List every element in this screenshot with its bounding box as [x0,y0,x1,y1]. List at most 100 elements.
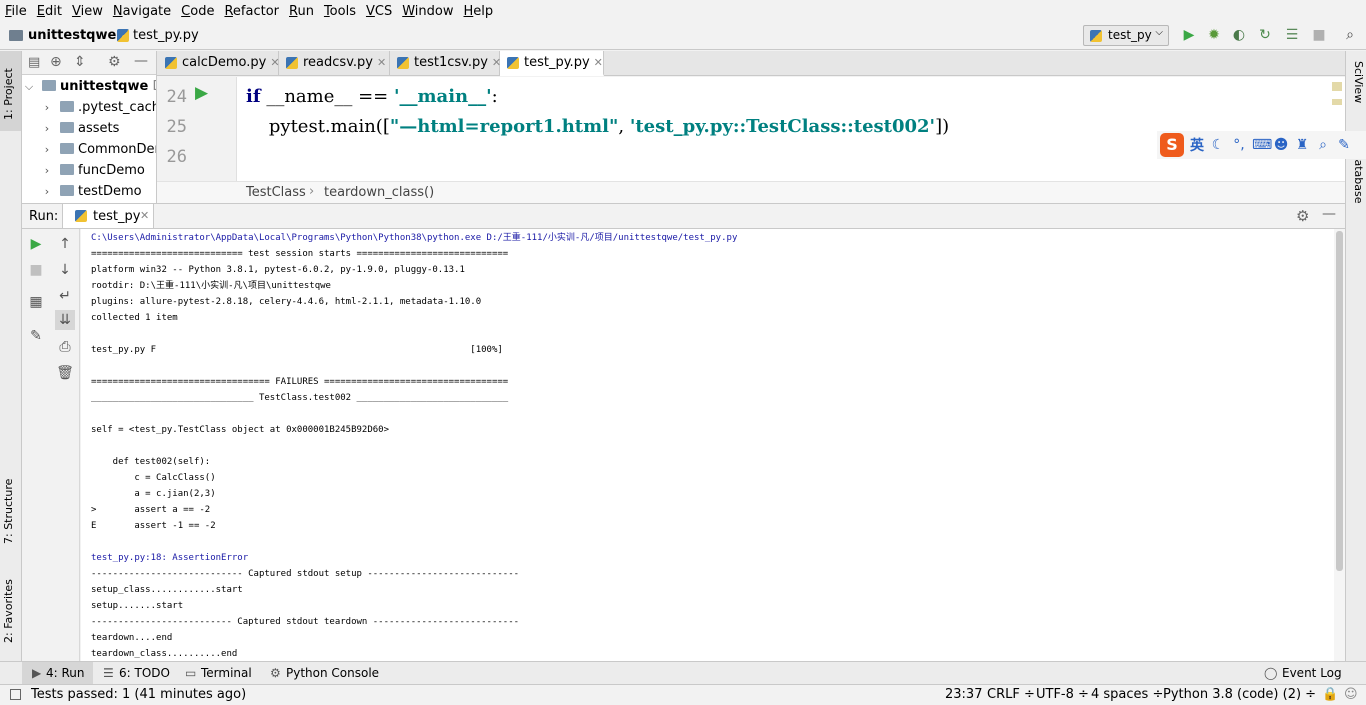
gear-icon[interactable]: ⚙ [1296,207,1309,225]
console-output[interactable]: C:\Users\Administrator\AppData\Local\Pro… [81,229,1334,661]
tree-item[interactable]: › funcDemo [22,160,156,181]
tab-test-py[interactable]: test_py.py ✕ [500,51,604,76]
code-editor[interactable]: 24 25 26 ▶ if __name__ == '__main__': py… [157,77,1345,181]
inspector-icon[interactable]: ☺ [1344,687,1358,702]
line-separator[interactable]: CRLF ÷ [987,687,1035,702]
layout-icon[interactable]: ▦ [26,292,46,312]
panel-layout-icon[interactable]: ▤ [28,55,40,70]
folder-icon [60,122,74,133]
folder-icon [60,143,74,154]
keyboard-icon[interactable]: ⌨ [1252,137,1272,153]
menu-window[interactable]: Window [397,4,458,19]
menu-code[interactable]: Code [176,4,219,19]
run-tab[interactable]: test_py ✕ [62,204,154,228]
run-gutter-icon[interactable]: ▶ [195,83,208,103]
pin-icon[interactable]: ✎ [26,326,46,346]
status-message[interactable]: Tests passed: 1 (41 minutes ago) [31,687,246,702]
menu-run[interactable]: Run [284,4,319,19]
punctuation-icon[interactable]: °, [1231,137,1247,153]
stop-icon[interactable]: ■ [26,260,46,280]
tree-item[interactable]: › assets [22,118,156,139]
database-tab-label[interactable]: Database [1349,151,1365,211]
search-icon[interactable]: ⌕ [1342,27,1358,43]
console-line: C:\Users\Administrator\AppData\Local\Pro… [91,233,738,243]
gear-icon[interactable]: ⚙ [108,54,121,70]
python-interpreter[interactable]: Python 3.8 (code) (2) ÷ [1163,687,1316,702]
indent-setting[interactable]: 4 spaces ÷ [1091,687,1163,702]
tab-terminal[interactable]: ▭ Terminal [177,662,260,685]
tab-label: readcsv.py [303,55,373,70]
close-icon[interactable]: ✕ [594,56,603,69]
tab-label: calcDemo.py [182,55,267,70]
shirt-icon[interactable]: ♜ [1294,137,1310,153]
project-tab-label[interactable]: 1: Project [2,59,20,129]
nav-project[interactable]: unittestqwe [28,28,116,43]
status-bar: Tests passed: 1 (41 minutes ago) 23:37 C… [0,684,1366,705]
folder-icon [42,80,56,91]
ime-toolbar: S 英 ☾ °, ⌨ ☻ ♜ ⌕ ✎ [1157,131,1366,159]
menu-help[interactable]: Help [459,4,499,19]
moon-icon[interactable]: ☾ [1210,137,1226,153]
search-icon[interactable]: ⌕ [1315,137,1331,153]
close-icon[interactable]: ✕ [140,209,149,222]
tab-todo[interactable]: ☰ 6: TODO [95,662,178,685]
coverage-icon[interactable]: ◐ [1231,27,1247,43]
tree-item[interactable]: › CommonDemo [22,139,156,160]
up-arrow-icon[interactable]: ↑ [55,234,75,254]
ime-mode[interactable]: 英 [1189,135,1205,155]
close-icon[interactable]: ✕ [377,56,386,69]
user-icon[interactable]: ☻ [1273,137,1289,153]
scroll-to-end-icon[interactable]: ⇊ [55,310,75,330]
debug-icon[interactable]: ✹ [1206,27,1222,43]
console-line[interactable]: test_py.py:18: AssertionError [91,550,248,566]
sogou-logo[interactable]: S [1160,133,1184,157]
tab-python-console[interactable]: ⚙ Python Console [262,662,387,685]
caret-position[interactable]: 23:37 [945,687,982,702]
menu-file[interactable]: File [0,4,32,19]
lock-icon[interactable]: 🔒 [1322,687,1338,702]
tab-event-log[interactable]: ◯ Event Log [1258,662,1350,685]
down-arrow-icon[interactable]: ↓ [55,260,75,280]
tab-readcsv[interactable]: readcsv.py ✕ [279,51,390,76]
menu-view[interactable]: View [67,4,108,19]
file-encoding[interactable]: UTF-8 ÷ [1036,687,1089,702]
tab-test1csv[interactable]: test1csv.py ✕ [390,51,501,76]
run-config-select[interactable]: test_py ⌵ [1083,25,1169,46]
run-config-label: test_py [1108,28,1152,42]
breadcrumb-method[interactable]: teardown_class() [324,185,434,200]
console-line: c = CalcClass() [91,473,216,483]
tree-item[interactable]: › .pytest_cache [22,97,156,118]
tree-root[interactable]: ⌵unittestqwe D: [22,76,156,97]
locate-icon[interactable]: ⊕ [50,54,62,70]
nav-file[interactable]: test_py.py [133,28,199,43]
soft-wrap-icon[interactable]: ↵ [55,286,75,306]
minimize-icon[interactable]: — [134,53,148,69]
breadcrumb-class[interactable]: TestClass [246,185,306,200]
rerun-icon[interactable]: ▶ [26,234,46,254]
tab-run[interactable]: ▶ 4: Run [22,662,93,685]
tab-calcdemo[interactable]: calcDemo.py ✕ [158,51,280,76]
console-scrollbar[interactable] [1334,229,1345,661]
favorites-tab-label[interactable]: 2: Favorites [2,571,20,651]
console-line: platform win32 -- Python 3.8.1, pytest-6… [91,265,465,275]
print-icon[interactable]: ⎙ [55,337,75,357]
sciview-tab-label[interactable]: SciView [1349,61,1365,121]
run-icon[interactable]: ▶ [1181,27,1197,43]
trash-icon[interactable]: 🗑 [55,363,75,383]
menu-edit[interactable]: Edit [32,4,67,19]
menu-navigate[interactable]: Navigate [108,4,176,19]
stop-icon[interactable]: ■ [1311,27,1327,43]
profile-icon[interactable]: ↻ [1257,27,1273,43]
run-icon: ▶ [32,666,42,680]
menu-tools[interactable]: Tools [319,4,361,19]
concurrency-icon[interactable]: ☰ [1284,27,1300,43]
menu-vcs[interactable]: VCS [361,4,397,19]
status-panel-icon[interactable] [10,689,21,700]
wrench-icon[interactable]: ✎ [1336,137,1352,153]
scrollbar-thumb[interactable] [1336,231,1343,571]
collapse-icon[interactable]: ⇕ [74,54,86,70]
minimize-icon[interactable]: — [1322,206,1336,222]
structure-tab-label[interactable]: 7: Structure [2,471,20,551]
menu-refactor[interactable]: Refactor [219,4,284,19]
tree-item[interactable]: › testDemo [22,181,156,202]
